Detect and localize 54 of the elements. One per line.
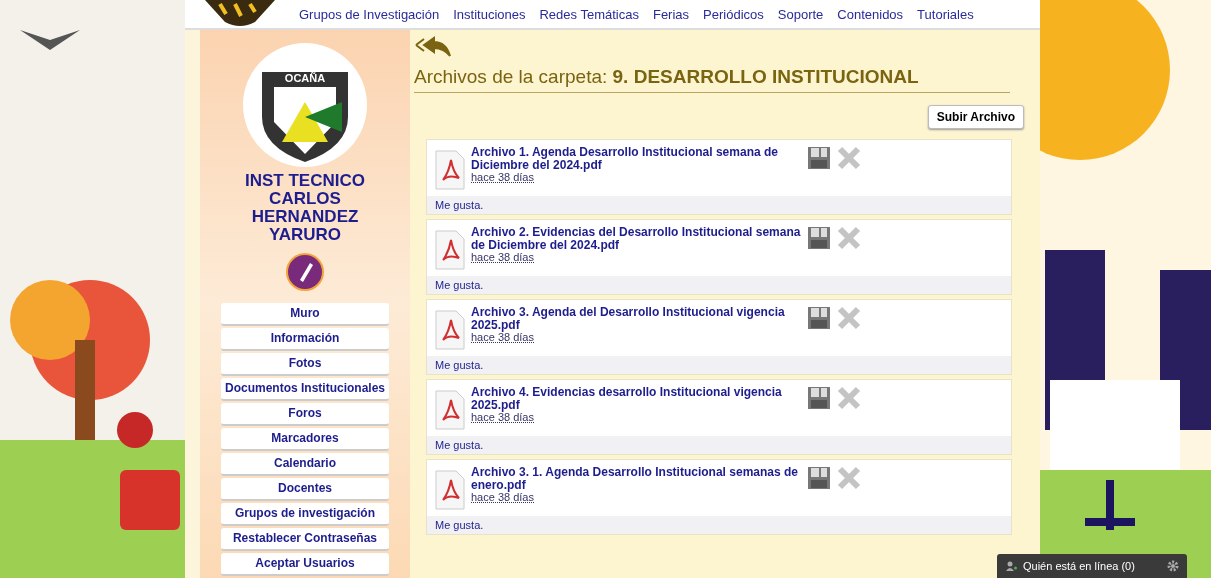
pdf-file-icon [435, 230, 465, 270]
pdf-file-icon [435, 470, 465, 510]
menu-item[interactable]: Restablecer Contraseñas [221, 528, 389, 552]
file-age: hace 38 días [471, 411, 535, 424]
upload-button[interactable]: Subir Archivo [927, 105, 1024, 129]
menu-item[interactable]: Calendario [221, 453, 389, 477]
like-link[interactable]: Me gusta. [427, 196, 1011, 214]
file-link[interactable]: Archivo 4. Evidencias desarrollo Institucional vigencia 2025.pdf [471, 386, 801, 412]
online-label: Quién está en línea (0) [1023, 560, 1136, 572]
pdf-file-icon [435, 310, 465, 350]
file-link[interactable]: Archivo 2. Evidencias del Desarrollo Institucional semana de Diciembre del 2024.pdf [471, 226, 801, 252]
save-icon[interactable] [807, 466, 831, 490]
file-age: hace 38 días [471, 251, 535, 264]
save-icon[interactable] [807, 146, 831, 170]
like-link[interactable]: Me gusta. [427, 436, 1011, 454]
menu-item[interactable]: Marcadores [221, 428, 389, 452]
settings-icon[interactable] [1167, 560, 1179, 572]
nav-link[interactable]: Ferias [652, 6, 690, 22]
menu-item[interactable]: Foros [221, 403, 389, 427]
menu-item[interactable]: Fotos [221, 353, 389, 377]
menu-item[interactable]: Documentos Institucionales [221, 378, 389, 402]
edit-icon[interactable] [286, 253, 324, 292]
profile-name: INST TECNICO CARLOS HERNANDEZ YARURO [244, 172, 366, 244]
menu-item[interactable]: Información [221, 328, 389, 352]
user-icon [1005, 560, 1017, 572]
back-arrow-icon[interactable] [414, 36, 452, 58]
nav-link[interactable]: Periódicos [703, 6, 764, 22]
nav-link[interactable]: Tutoriales [917, 6, 974, 22]
save-icon[interactable] [807, 306, 831, 330]
file-link[interactable]: Archivo 1. Agenda Desarrollo Institucional semana de Diciembre del 2024.pdf [471, 146, 801, 172]
online-users-bar[interactable]: Quién está en línea (0) [997, 554, 1187, 578]
nav-link[interactable]: Instituciones [453, 6, 526, 22]
menu-item[interactable]: Aceptar Usuarios [221, 553, 389, 577]
file-age: hace 38 días [471, 331, 535, 344]
folder-heading: Archivos de la carpeta: 9. DESARROLLO INSTITUCIONAL [414, 58, 1010, 93]
file-age: hace 38 días [471, 171, 535, 184]
pdf-file-icon [435, 150, 465, 190]
file-age: hace 38 días [471, 491, 535, 504]
save-icon[interactable] [807, 386, 831, 410]
nav-link[interactable]: Redes Temáticas [539, 6, 639, 22]
menu-item[interactable]: Grupos de investigación [221, 503, 389, 527]
like-link[interactable]: Me gusta. [427, 516, 1011, 534]
menu-item[interactable]: Muro [221, 303, 389, 327]
menu-item[interactable]: Docentes [221, 478, 389, 502]
logo-text: OCAÑA [284, 72, 326, 84]
like-link[interactable]: Me gusta. [427, 276, 1011, 294]
save-icon[interactable] [807, 226, 831, 250]
pdf-file-icon [435, 390, 465, 430]
nav-link[interactable]: Contenidos [837, 6, 904, 22]
file-link[interactable]: Archivo 3. Agenda del Desarrollo Institucional vigencia 2025.pdf [471, 306, 801, 332]
nav-link[interactable]: Grupos de Investigación [299, 6, 440, 22]
file-link[interactable]: Archivo 3. 1. Agenda Desarrollo Institucional semanas de enero.pdf [471, 466, 801, 492]
like-link[interactable]: Me gusta. [427, 356, 1011, 374]
nav-link[interactable]: Soporte [777, 6, 824, 22]
